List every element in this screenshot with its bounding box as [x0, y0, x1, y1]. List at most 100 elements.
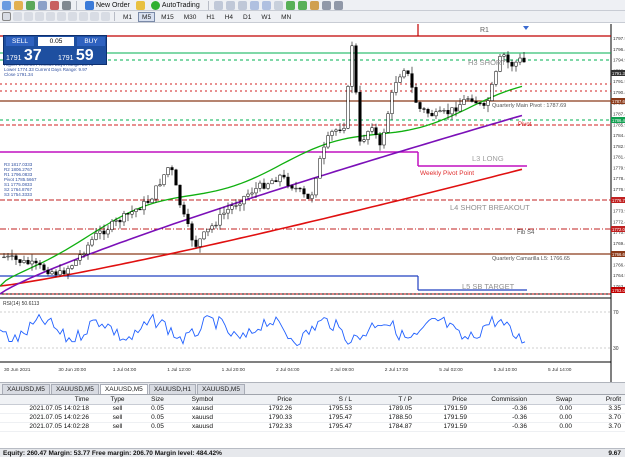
col-profit[interactable]: Profit	[580, 395, 625, 405]
cell-sl: 1795.53	[300, 404, 360, 414]
candle-body	[62, 270, 66, 275]
candle-body	[230, 205, 234, 210]
text-tool-icon[interactable]	[79, 12, 88, 21]
cell-price: 1792.26	[230, 404, 300, 414]
candle-body	[186, 213, 190, 225]
timeframe-m30[interactable]: M30	[180, 12, 201, 22]
timeframe-d1[interactable]: D1	[239, 12, 255, 22]
col-size[interactable]: Size	[140, 395, 175, 405]
tile-windows-icon[interactable]	[273, 0, 283, 10]
timeframe-w1[interactable]: W1	[257, 12, 275, 22]
table-row[interactable]: 2021.07.05 14:02:18 sell 0.05 xauusd 179…	[0, 404, 625, 414]
col-symbol[interactable]: Symbol	[175, 395, 230, 405]
timeframe-mn[interactable]: MN	[277, 12, 295, 22]
table-row[interactable]: 2021.07.05 14:02:28 sell 0.05 xauusd 179…	[0, 422, 625, 432]
price-chart[interactable]: R1 H3 SHORT Quarterly Main Pivot : 1787.…	[0, 24, 625, 382]
tab-xauusd-m5-2[interactable]: XAUUSD,M5	[50, 384, 99, 394]
lot-size-input[interactable]: 0.05	[38, 37, 74, 46]
profiles-icon[interactable]	[14, 0, 23, 10]
new-chart-icon[interactable]	[2, 0, 11, 10]
tester-icon[interactable]	[62, 0, 71, 10]
candle-body	[158, 184, 162, 187]
bar-chart-icon[interactable]	[213, 0, 223, 10]
tab-xauusd-h1[interactable]: XAUUSD,H1	[148, 384, 197, 394]
timeframe-m5[interactable]: M5	[138, 11, 156, 22]
price-tag: 1772.05	[612, 227, 625, 232]
col-swap[interactable]: Swap	[535, 395, 580, 405]
sell-button[interactable]: SELL	[6, 37, 34, 46]
cursor-icon[interactable]	[2, 12, 11, 21]
col-tp[interactable]: T / P	[360, 395, 420, 405]
timeframe-m15[interactable]: M15	[157, 12, 178, 22]
chart-canvas[interactable]: R1 H3 SHORT Quarterly Main Pivot : 1787.…	[0, 24, 625, 382]
cell-symbol: xauusd	[175, 404, 230, 414]
price-axis-tick: 1772.4	[613, 219, 625, 224]
market-watch-icon[interactable]	[26, 0, 35, 10]
tab-xauusd-m5-3[interactable]: XAUUSD,M5	[99, 384, 148, 394]
chart-shift-icon[interactable]	[297, 0, 307, 10]
line-chart-icon[interactable]	[237, 0, 247, 10]
col-time[interactable]: Time	[0, 395, 95, 405]
info-line-3: Close 1791.34	[4, 72, 34, 77]
sell-price[interactable]: 1791 37	[6, 47, 42, 65]
zoom-in-icon[interactable]	[249, 0, 259, 10]
candle-body	[222, 212, 226, 215]
trendline-icon[interactable]	[46, 12, 55, 21]
candle-body	[134, 208, 138, 212]
rsi-label: RSI(14) 50.6113	[3, 301, 40, 307]
candle-body	[330, 131, 334, 136]
arrow-tool-icon[interactable]	[101, 12, 110, 21]
price-tag: 1786.40	[612, 118, 625, 123]
timeframe-h4[interactable]: H4	[221, 12, 237, 22]
candle-body	[178, 184, 182, 206]
col-current-price[interactable]: Price	[420, 395, 475, 405]
buy-price[interactable]: 1791 59	[58, 47, 94, 65]
col-commission[interactable]: Commission	[475, 395, 535, 405]
candle-body	[302, 188, 306, 195]
new-order-button[interactable]: New Order	[82, 0, 133, 10]
candle-body	[338, 129, 342, 131]
sell-label: SELL	[12, 38, 28, 45]
fibonacci-icon[interactable]	[68, 12, 77, 21]
label-tool-icon[interactable]	[90, 12, 99, 21]
timeframe-m1[interactable]: M1	[119, 12, 136, 22]
cell-current-price: 1791.59	[420, 404, 475, 414]
col-price[interactable]: Price	[230, 395, 300, 405]
candle-body	[434, 111, 438, 117]
table-row[interactable]: 2021.07.05 14:02:26 sell 0.05 xauusd 179…	[0, 413, 625, 423]
timeframe-h1[interactable]: H1	[202, 12, 218, 22]
metaeditor-icon[interactable]	[135, 0, 145, 10]
channel-icon[interactable]	[57, 12, 66, 21]
price-axis-tick: 1791.9	[613, 79, 625, 84]
price-tag: 1766.65	[612, 252, 625, 257]
periods-icon[interactable]	[321, 0, 331, 10]
terminal-icon[interactable]	[50, 0, 59, 10]
col-type[interactable]: Type	[95, 395, 140, 405]
cell-time: 2021.07.05 14:02:28	[0, 422, 95, 432]
autotrading-button[interactable]: AutoTrading	[148, 0, 203, 10]
candle-body	[54, 271, 58, 276]
templates-icon[interactable]	[333, 0, 343, 10]
tab-xauusd-m5-4[interactable]: XAUUSD,M5	[197, 384, 245, 394]
candle-body	[430, 113, 434, 117]
tab-xauusd-m5-1[interactable]: XAUUSD,M5	[2, 384, 50, 394]
candle-body	[126, 213, 130, 215]
indicators-icon[interactable]	[309, 0, 319, 10]
zoom-out-icon[interactable]	[261, 0, 271, 10]
candle-body	[306, 193, 310, 199]
buy-button[interactable]: BUY	[77, 37, 105, 46]
navigator-icon[interactable]	[38, 0, 47, 10]
candlestick-icon[interactable]	[225, 0, 235, 10]
autoscroll-icon[interactable]	[285, 0, 295, 10]
cell-price: 1790.33	[230, 413, 300, 423]
candle-body	[250, 192, 254, 195]
candle-body	[294, 187, 298, 190]
candle-body	[82, 253, 86, 256]
crosshair-icon[interactable]	[13, 12, 22, 21]
candle-body	[190, 223, 194, 241]
price-axis-tick: 1782.9	[613, 144, 625, 149]
col-sl[interactable]: S / L	[300, 395, 360, 405]
candle-body	[370, 127, 374, 132]
horizontal-line-icon[interactable]	[35, 12, 44, 21]
vertical-line-icon[interactable]	[24, 12, 33, 21]
